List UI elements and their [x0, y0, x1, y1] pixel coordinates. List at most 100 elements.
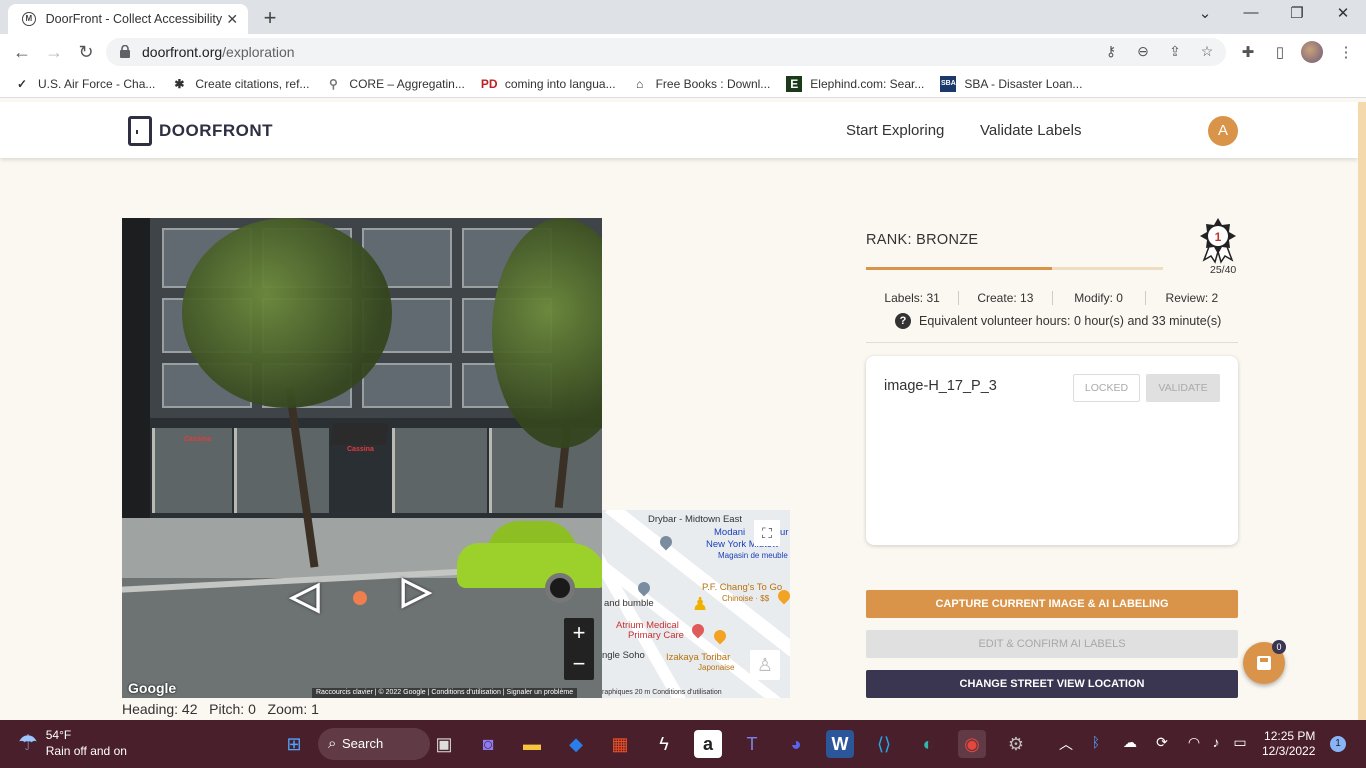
- minimize-button[interactable]: —: [1228, 4, 1274, 21]
- app-header: DOORFRONT Start Exploring Validate Label…: [0, 102, 1358, 158]
- pegman-slot-icon[interactable]: ♙: [750, 650, 780, 680]
- stat-create: Create: 13: [959, 291, 1053, 305]
- mini-map[interactable]: Drybar - Midtown East Modani ur New York…: [602, 510, 790, 698]
- rank-progress-count: 25/40: [1210, 264, 1237, 276]
- clock[interactable]: 12:25 PM 12/3/2022: [1262, 729, 1315, 759]
- app-icon[interactable]: ϟ: [650, 730, 678, 758]
- share-icon[interactable]: ⇪: [1166, 43, 1184, 60]
- medal-number: 1: [1215, 230, 1222, 244]
- bookmark-item[interactable]: ✓ U.S. Air Force - Cha...: [14, 76, 155, 92]
- battery-icon[interactable]: ▭: [1230, 734, 1250, 751]
- nav-arrow-left[interactable]: ◁: [290, 573, 319, 618]
- windows-taskbar: ☂ 54°F Rain off and on ⊞ Search ▣ ◙ ▬ ◆ …: [0, 720, 1366, 768]
- zoom-control: + −: [564, 618, 594, 680]
- archive-icon: ⌂: [635, 76, 644, 91]
- file-explorer-icon[interactable]: ▬: [518, 730, 546, 758]
- bookmark-item[interactable]: ⚲ CORE – Aggregatin...: [325, 76, 465, 92]
- image-card: image-H_17_P_3 LOCKED VALIDATE: [866, 356, 1238, 545]
- doorfront-logo[interactable]: DOORFRONT: [128, 116, 273, 146]
- street-view-panorama[interactable]: Cassina Cassina ◁ ▷ + − Google Raccourci…: [122, 218, 602, 698]
- nav-validate-labels[interactable]: Validate Labels: [980, 122, 1081, 139]
- notification-badge[interactable]: 1: [1330, 736, 1346, 752]
- vscode-icon[interactable]: ⟨⟩: [870, 730, 898, 758]
- pegman-icon[interactable]: ♟: [692, 594, 708, 615]
- extensions-icon[interactable]: ✚: [1238, 43, 1258, 61]
- stat-review: Review: 2: [1165, 291, 1219, 305]
- divider: [866, 342, 1238, 343]
- dropbox-icon[interactable]: ◆: [562, 730, 590, 758]
- meet-icon[interactable]: ◙: [474, 730, 502, 758]
- close-window-button[interactable]: ✕: [1320, 4, 1366, 22]
- user-avatar[interactable]: A: [1208, 116, 1238, 146]
- edit-confirm-labels-button[interactable]: EDIT & CONFIRM AI LABELS: [866, 630, 1238, 658]
- google-logo: Google: [128, 680, 177, 696]
- nav-arrow-right[interactable]: ▷: [402, 568, 431, 613]
- edge-icon[interactable]: ◐: [914, 730, 942, 758]
- asterisk-icon: ✱: [174, 76, 185, 91]
- weather-widget[interactable]: ☂ 54°F Rain off and on: [18, 728, 127, 758]
- tree-canopy: [182, 218, 392, 408]
- store-sign: Cassina: [347, 446, 374, 453]
- browser-tab[interactable]: M DoorFront - Collect Accessibility I ✕: [8, 4, 248, 34]
- back-button[interactable]: ←: [10, 40, 34, 64]
- store-icon[interactable]: ▦: [606, 730, 634, 758]
- validate-button[interactable]: VALIDATE: [1146, 374, 1220, 402]
- zoom-out-button[interactable]: −: [564, 649, 594, 680]
- map-label: ur: [780, 527, 789, 538]
- bookmark-star-icon[interactable]: ☆: [1198, 43, 1216, 60]
- teams-icon[interactable]: T: [738, 730, 766, 758]
- tab-search-icon[interactable]: ⌄: [1182, 4, 1228, 22]
- bluetooth-icon[interactable]: ᛒ: [1086, 734, 1106, 750]
- lock-icon: [120, 45, 130, 58]
- locked-button[interactable]: LOCKED: [1073, 374, 1140, 402]
- help-icon[interactable]: ?: [895, 313, 911, 329]
- capture-image-button[interactable]: CAPTURE CURRENT IMAGE & AI LABELING: [866, 590, 1238, 618]
- location-marker[interactable]: [353, 591, 367, 605]
- start-icon[interactable]: ⊞: [280, 730, 308, 758]
- settings-icon[interactable]: ⚙: [1002, 730, 1030, 758]
- fullscreen-icon[interactable]: ⛶: [754, 520, 780, 546]
- building-pillar: [122, 218, 150, 548]
- reload-button[interactable]: ↻: [74, 40, 98, 64]
- zoom-in-button[interactable]: +: [564, 618, 594, 649]
- pd-icon: PD: [480, 76, 498, 91]
- cloud-icon[interactable]: ☁: [1120, 734, 1140, 751]
- bookmark-item[interactable]: ⌂ Free Books : Downl...: [632, 76, 770, 92]
- new-tab-button[interactable]: +: [258, 5, 282, 31]
- bookmark-item[interactable]: PD coming into langua...: [481, 76, 616, 92]
- amazon-icon[interactable]: a: [694, 730, 722, 758]
- wifi-icon[interactable]: ◠: [1184, 734, 1204, 751]
- page-scrollbar[interactable]: [1358, 102, 1366, 720]
- chrome-icon[interactable]: ◉: [958, 730, 986, 758]
- map-label: ngle Soho: [602, 650, 645, 661]
- bookmark-item[interactable]: E Elephind.com: Sear...: [786, 75, 924, 92]
- sync-icon[interactable]: ⟳: [1152, 734, 1172, 751]
- volume-icon[interactable]: ♪: [1206, 734, 1226, 750]
- zoom-icon[interactable]: ⊖: [1134, 43, 1152, 60]
- elephind-icon: E: [786, 75, 803, 92]
- task-view-icon[interactable]: ▣: [430, 730, 458, 758]
- bookmark-item[interactable]: SBA SBA - Disaster Loan...: [940, 75, 1082, 92]
- forward-button[interactable]: →: [42, 40, 66, 64]
- chevron-icon: ✓: [16, 76, 28, 91]
- tray-chevron-icon[interactable]: ︿: [1056, 734, 1076, 754]
- bronze-medal-icon: 1: [1200, 218, 1236, 264]
- umbrella-icon: ☂: [18, 730, 38, 755]
- key-icon[interactable]: ⚷: [1102, 43, 1120, 60]
- change-location-button[interactable]: CHANGE STREET VIEW LOCATION: [866, 670, 1238, 698]
- menu-icon[interactable]: ⋮: [1336, 43, 1356, 61]
- browser-toolbar: ← → ↻ doorfront.org/exploration ⚷ ⊖ ⇪ ☆ …: [0, 34, 1366, 70]
- tab-close-icon[interactable]: ✕: [224, 11, 240, 28]
- profile-avatar[interactable]: [1301, 41, 1323, 63]
- address-bar[interactable]: doorfront.org/exploration ⚷ ⊖ ⇪ ☆: [106, 38, 1226, 66]
- bookmark-item[interactable]: ✱ Create citations, ref...: [171, 76, 309, 92]
- discord-icon[interactable]: ◕: [782, 730, 810, 758]
- side-panel-icon[interactable]: ▯: [1270, 43, 1290, 61]
- nav-start-exploring[interactable]: Start Exploring: [846, 122, 944, 139]
- restore-button[interactable]: ❐: [1274, 4, 1320, 22]
- word-icon[interactable]: W: [826, 730, 854, 758]
- store-window: [392, 428, 487, 513]
- rank-title: RANK: BRONZE: [866, 232, 979, 248]
- taskbar-search[interactable]: Search: [318, 728, 430, 760]
- map-label: Primary Care: [628, 630, 684, 641]
